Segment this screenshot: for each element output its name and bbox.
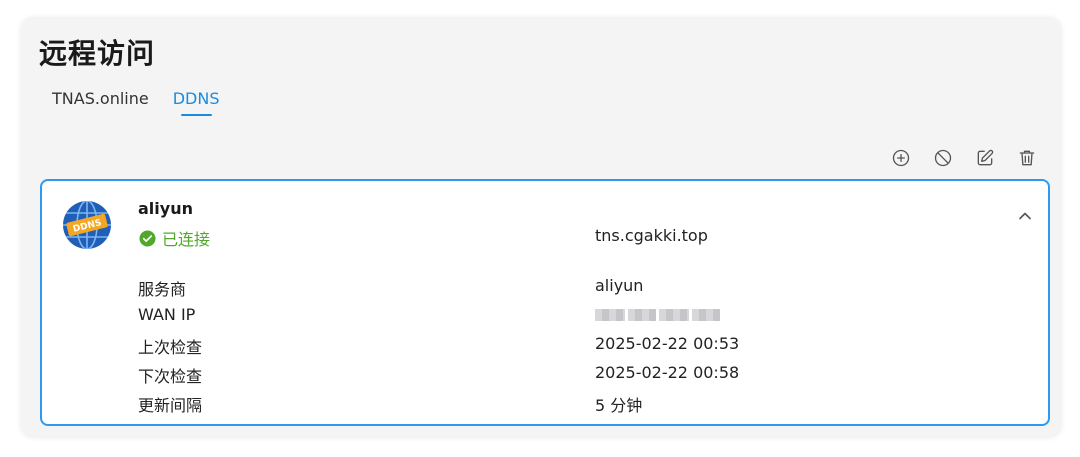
detail-row-provider: 服务商 aliyun bbox=[138, 276, 1018, 305]
entry-name: aliyun bbox=[138, 199, 193, 218]
trash-icon bbox=[1019, 150, 1035, 166]
ddns-globe-icon: DDNS bbox=[63, 201, 111, 249]
entry-domain: tns.cgakki.top bbox=[595, 226, 708, 245]
plus-circle-icon bbox=[892, 149, 910, 167]
detail-row-next-check: 下次检查 2025-02-22 00:58 bbox=[138, 363, 1018, 392]
detail-value: aliyun bbox=[595, 276, 644, 295]
delete-button[interactable] bbox=[1015, 146, 1039, 170]
detail-value: 5 分钟 bbox=[595, 396, 643, 415]
detail-label: 服务商 bbox=[138, 280, 187, 299]
detail-label: WAN IP bbox=[138, 305, 196, 324]
status-text: 已连接 bbox=[162, 230, 211, 249]
disable-button[interactable] bbox=[931, 146, 955, 170]
detail-label: 下次检查 bbox=[138, 367, 203, 386]
status-badge: 已连接 bbox=[139, 226, 210, 250]
detail-row-update-interval: 更新间隔 5 分钟 bbox=[138, 392, 1018, 421]
detail-value: 2025-02-22 00:58 bbox=[595, 363, 740, 382]
block-icon bbox=[934, 149, 952, 167]
tab-ddns[interactable]: DDNS bbox=[173, 89, 220, 116]
page-title: 远程访问 bbox=[39, 37, 156, 70]
detail-row-wan-ip: WAN IP bbox=[138, 305, 1018, 334]
edit-button[interactable] bbox=[973, 146, 997, 170]
ddns-entry-card[interactable]: DDNS aliyun 已连接 tns.cgakki.top 服务商 aliyu… bbox=[40, 179, 1050, 426]
remote-access-panel: 远程访问 TNAS.online DDNS DDNS aliyun 已连接 tn… bbox=[21, 17, 1061, 436]
ddns-toolbar bbox=[889, 146, 1039, 170]
entry-details: 服务商 aliyun WAN IP 上次检查 2025-02-22 00:53 bbox=[138, 276, 1018, 421]
detail-value: 2025-02-22 00:53 bbox=[595, 334, 740, 353]
add-button[interactable] bbox=[889, 146, 913, 170]
detail-label: 更新间隔 bbox=[138, 396, 203, 415]
detail-row-last-check: 上次检查 2025-02-22 00:53 bbox=[138, 334, 1018, 363]
tab-tnas-online[interactable]: TNAS.online bbox=[52, 89, 149, 116]
chevron-up-icon bbox=[1019, 212, 1031, 220]
tab-bar: TNAS.online DDNS bbox=[52, 89, 220, 116]
redacted-mask bbox=[595, 309, 720, 321]
detail-label: 上次检查 bbox=[138, 338, 203, 357]
wan-ip-redacted bbox=[595, 305, 720, 325]
edit-icon bbox=[977, 149, 994, 166]
collapse-button[interactable] bbox=[1014, 205, 1036, 227]
check-circle-icon bbox=[139, 229, 156, 247]
